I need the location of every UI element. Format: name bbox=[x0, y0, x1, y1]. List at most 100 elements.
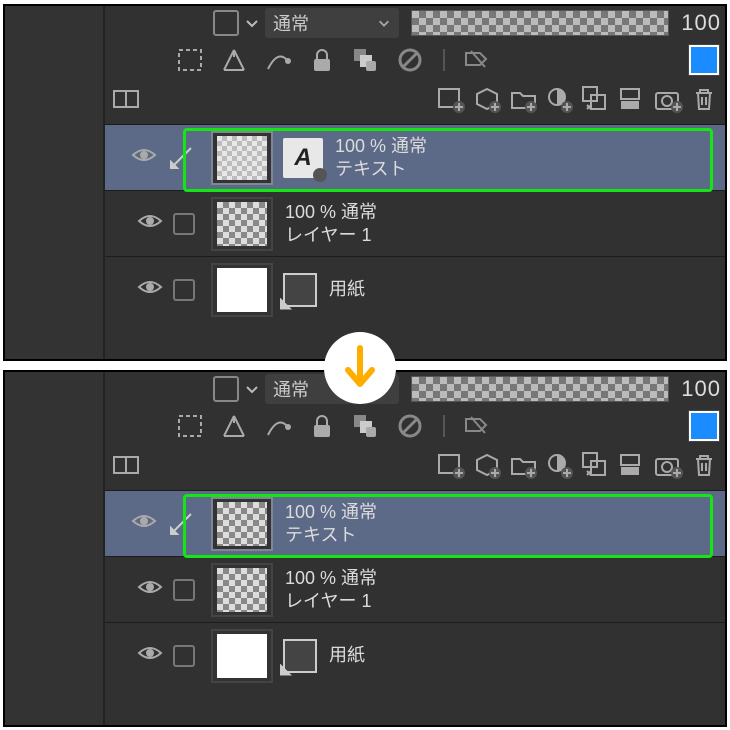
layer-info: 100 % 通常 bbox=[285, 567, 377, 590]
layer-thumbnail[interactable] bbox=[211, 263, 273, 317]
new-3d-layer-icon[interactable] bbox=[473, 84, 503, 114]
eye-icon[interactable] bbox=[131, 511, 157, 536]
lock-transparency-icon[interactable] bbox=[351, 45, 381, 75]
new-folder-icon[interactable] bbox=[509, 84, 539, 114]
layer-checkbox[interactable] bbox=[173, 579, 195, 601]
color-disable-icon[interactable] bbox=[395, 45, 425, 75]
eye-icon[interactable] bbox=[131, 145, 157, 170]
layer-thumbnail[interactable] bbox=[211, 131, 273, 185]
paper-layer-icon bbox=[283, 273, 317, 307]
transfer-layer-icon[interactable] bbox=[581, 450, 611, 480]
layer-checkbox[interactable] bbox=[173, 213, 195, 235]
curve-edit-icon[interactable] bbox=[263, 45, 293, 75]
layer-name: レイヤー 1 bbox=[285, 224, 377, 247]
select-dashed-icon[interactable] bbox=[175, 411, 205, 441]
layer-name: テキスト bbox=[335, 158, 427, 181]
layer-row[interactable]: 100 % 通常 レイヤー 1 bbox=[105, 190, 725, 256]
effect-disable-icon[interactable] bbox=[463, 45, 493, 75]
layer-thumbnail[interactable] bbox=[211, 563, 273, 617]
new-adjustment-icon[interactable] bbox=[545, 84, 575, 114]
panel-left-gutter bbox=[5, 372, 105, 725]
edit-indicator-icon bbox=[167, 144, 195, 172]
new-camera-icon[interactable] bbox=[653, 450, 683, 480]
new-folder-icon[interactable] bbox=[509, 450, 539, 480]
layer-info: 100 % 通常 bbox=[285, 201, 377, 224]
layer-row[interactable]: A 100 % 通常 テキスト bbox=[105, 124, 725, 190]
transfer-layer-icon[interactable] bbox=[581, 84, 611, 114]
merge-layer-icon[interactable] bbox=[617, 450, 647, 480]
new-adjustment-icon[interactable] bbox=[545, 450, 575, 480]
chevron-down-icon[interactable] bbox=[241, 376, 263, 402]
layer-name: 用紙 bbox=[329, 278, 365, 301]
blend-mode-label: 通常 bbox=[273, 376, 309, 402]
layer-tool-row-1 bbox=[105, 406, 725, 446]
effect-disable-icon[interactable] bbox=[463, 411, 493, 441]
eye-icon[interactable] bbox=[137, 277, 163, 302]
layer-name: 用紙 bbox=[329, 644, 365, 667]
opacity-value[interactable]: 100 bbox=[675, 376, 725, 402]
layer-tool-row-1 bbox=[105, 40, 725, 80]
blend-mode-dropdown[interactable]: 通常 bbox=[265, 8, 399, 38]
curve-edit-icon[interactable] bbox=[263, 411, 293, 441]
lock-icon[interactable] bbox=[307, 411, 337, 441]
layer-row[interactable]: 用紙 bbox=[105, 256, 725, 322]
layer-panel-main: 通常 100 bbox=[105, 6, 725, 359]
layer-list: 100 % 通常 テキスト 100 % 通常 レイヤー 1 bbox=[105, 490, 725, 725]
layer-tool-row-2 bbox=[105, 446, 725, 484]
layer-panel-after: 通常 100 bbox=[3, 370, 727, 727]
arrow-down-icon bbox=[324, 332, 396, 404]
opacity-value[interactable]: 100 bbox=[675, 10, 725, 36]
layer-row[interactable]: 100 % 通常 テキスト bbox=[105, 490, 725, 556]
layer-thumbnail[interactable] bbox=[211, 197, 273, 251]
layer-name: レイヤー 1 bbox=[285, 590, 377, 613]
perspective-ruler-icon[interactable] bbox=[219, 45, 249, 75]
lock-icon[interactable] bbox=[307, 45, 337, 75]
separator bbox=[439, 411, 449, 441]
layer-color-indicator[interactable] bbox=[689, 45, 719, 75]
opacity-slider[interactable] bbox=[411, 376, 669, 402]
layer-panel-before: 通常 100 bbox=[3, 4, 727, 361]
chevron-down-icon[interactable] bbox=[241, 10, 263, 36]
layer-row[interactable]: 100 % 通常 レイヤー 1 bbox=[105, 556, 725, 622]
merge-layer-icon[interactable] bbox=[617, 84, 647, 114]
layer-info: 100 % 通常 bbox=[335, 135, 427, 158]
layer-info: 100 % 通常 bbox=[285, 501, 377, 524]
perspective-ruler-icon[interactable] bbox=[219, 411, 249, 441]
trash-icon[interactable] bbox=[689, 450, 719, 480]
text-layer-icon: A bbox=[283, 138, 323, 178]
opacity-slider[interactable] bbox=[411, 10, 669, 36]
separator bbox=[439, 45, 449, 75]
eye-icon[interactable] bbox=[137, 211, 163, 236]
panel-split-icon[interactable] bbox=[111, 84, 141, 114]
eye-icon[interactable] bbox=[137, 643, 163, 668]
layer-thumbnail[interactable] bbox=[211, 497, 273, 551]
blend-mode-label: 通常 bbox=[273, 10, 309, 36]
lock-transparency-icon[interactable] bbox=[351, 411, 381, 441]
layer-color-indicator[interactable] bbox=[689, 411, 719, 441]
new-layer-icon[interactable] bbox=[437, 450, 467, 480]
layer-checkbox[interactable] bbox=[173, 645, 195, 667]
palette-color-box[interactable] bbox=[213, 10, 239, 36]
new-camera-icon[interactable] bbox=[653, 84, 683, 114]
layer-tool-row-2 bbox=[105, 80, 725, 118]
edit-indicator-icon bbox=[167, 510, 195, 538]
eye-icon[interactable] bbox=[137, 577, 163, 602]
color-disable-icon[interactable] bbox=[395, 411, 425, 441]
layer-control-row: 通常 100 bbox=[105, 372, 725, 406]
layer-list: A 100 % 通常 テキスト 100 % 通常 レイヤー 1 bbox=[105, 124, 725, 359]
panel-split-icon[interactable] bbox=[111, 450, 141, 480]
layer-checkbox[interactable] bbox=[173, 279, 195, 301]
layer-row[interactable]: 用紙 bbox=[105, 622, 725, 688]
panel-left-gutter bbox=[5, 6, 105, 359]
palette-color-box[interactable] bbox=[213, 376, 239, 402]
new-3d-layer-icon[interactable] bbox=[473, 450, 503, 480]
layer-thumbnail[interactable] bbox=[211, 629, 273, 683]
chevron-down-icon bbox=[377, 16, 391, 30]
paper-layer-icon bbox=[283, 639, 317, 673]
layer-panel-main: 通常 100 bbox=[105, 372, 725, 725]
new-layer-icon[interactable] bbox=[437, 84, 467, 114]
layer-name: テキスト bbox=[285, 524, 377, 547]
trash-icon[interactable] bbox=[689, 84, 719, 114]
select-dashed-icon[interactable] bbox=[175, 45, 205, 75]
layer-control-row: 通常 100 bbox=[105, 6, 725, 40]
